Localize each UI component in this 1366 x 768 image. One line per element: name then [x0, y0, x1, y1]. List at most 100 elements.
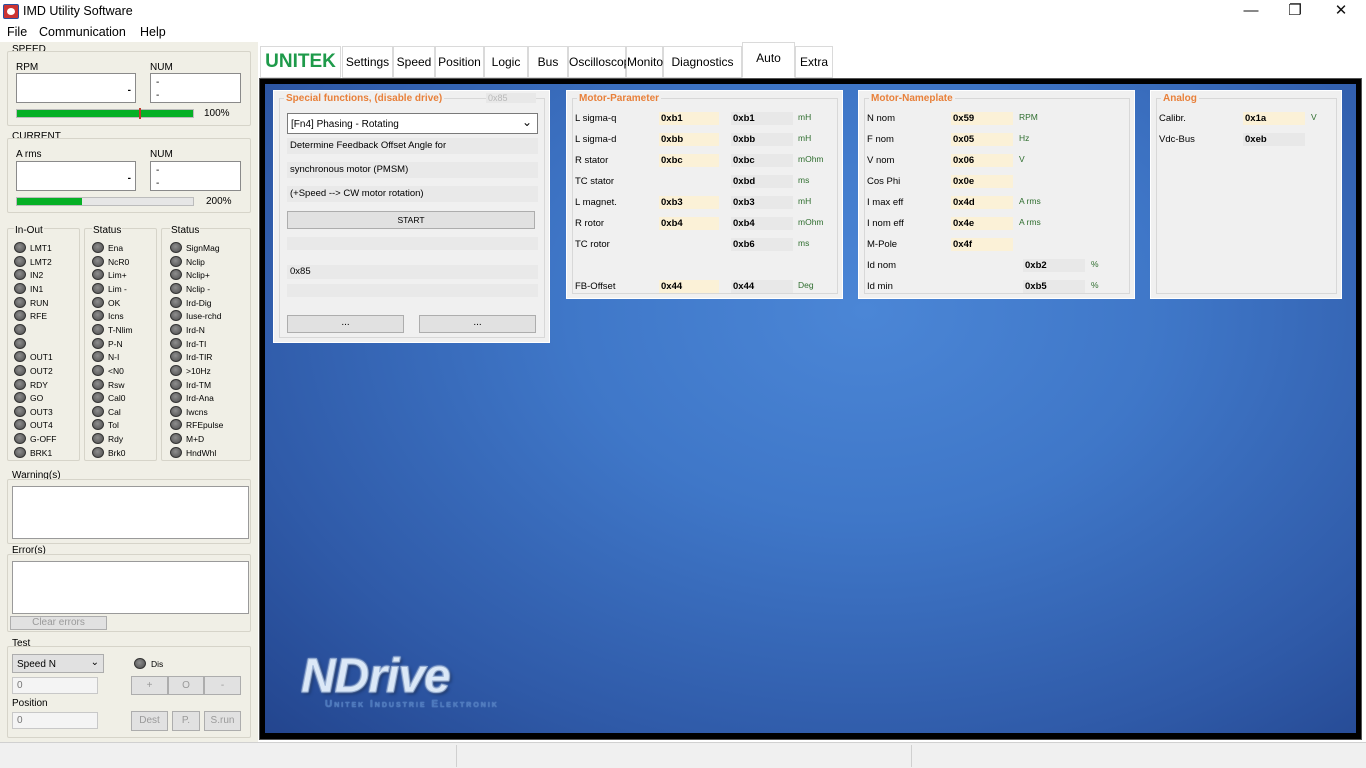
status-led: [92, 378, 104, 390]
status-led: [92, 282, 104, 294]
speed-percent: 100%: [204, 108, 230, 119]
status2-led-label: Ird-TI: [186, 338, 207, 349]
errors-list[interactable]: [12, 561, 249, 614]
motor-param-value-1[interactable]: 0xbc: [659, 154, 719, 167]
motor-param-value-1[interactable]: 0x44: [659, 280, 719, 293]
dis-led: [134, 658, 146, 669]
current-arms-label: A rms: [16, 149, 42, 160]
status2-led-label: Ird-Dig: [186, 297, 212, 308]
nameplate-label: F nom: [867, 134, 894, 145]
status2-led-label: RFEpulse: [186, 420, 224, 431]
motor-param-value-2: 0xbb: [731, 133, 793, 146]
status-led-label: Rsw: [108, 379, 125, 390]
nameplate-value[interactable]: 0x4d: [951, 196, 1013, 209]
tab-position[interactable]: Position: [435, 46, 484, 78]
menu-file[interactable]: File: [7, 25, 27, 39]
current-percent: 200%: [206, 196, 232, 207]
nameplate-value[interactable]: 0x0e: [951, 175, 1013, 188]
tab-monitor[interactable]: Monitor: [626, 46, 667, 78]
motor-param-value-2: 0xb3: [731, 196, 793, 209]
tab-speed[interactable]: Speed: [393, 46, 435, 78]
tab-bus[interactable]: Bus: [528, 46, 568, 78]
nameplate-value[interactable]: 0x05: [951, 133, 1013, 146]
test-mode-select[interactable]: Speed N ⌄: [12, 654, 104, 673]
tab-oscilloscope[interactable]: Oscilloscope: [568, 46, 637, 78]
special-function-select[interactable]: [Fn4] Phasing - Rotating ⌄: [287, 113, 538, 134]
p-button[interactable]: P.: [172, 711, 200, 731]
status-led-label: Rdy: [108, 434, 124, 445]
inout-led-label: IN2: [30, 270, 44, 281]
test-value-input[interactable]: 0: [12, 677, 98, 694]
motor-param-unit: mOhm: [798, 217, 824, 227]
inout-led: [14, 296, 26, 308]
close-button[interactable]: ✕: [1318, 0, 1364, 23]
restore-button[interactable]: ❐: [1272, 0, 1318, 23]
tab-logic[interactable]: Logic: [484, 46, 528, 78]
inout-led: [14, 433, 26, 445]
nameplate-unit: A rms: [1019, 217, 1041, 227]
nameplate-unit: Hz: [1019, 133, 1030, 143]
special-info-line2: synchronous motor (PMSM): [287, 162, 538, 178]
start-button[interactable]: START: [287, 211, 535, 229]
inout-led: [14, 405, 26, 417]
tab-diagnostics[interactable]: Diagnostics: [663, 46, 742, 78]
special-info-line1: Determine Feedback Offset Angle for: [287, 138, 538, 154]
status-led-label: N-I: [108, 352, 120, 363]
motor-param-unit: mH: [798, 196, 812, 206]
special-action-button-1[interactable]: ...: [287, 315, 404, 333]
motor-param-label: L sigma-d: [575, 134, 617, 145]
nameplate-value[interactable]: 0x59: [951, 112, 1013, 125]
motor-param-value-1[interactable]: 0xbb: [659, 133, 719, 146]
ndrive-subtitle: Unitek Industrie Elektronik: [325, 699, 499, 710]
clear-errors-button[interactable]: Clear errors: [10, 616, 107, 630]
speed-marker: [139, 108, 141, 119]
dest-button[interactable]: Dest: [131, 711, 168, 731]
special-blank-field-2: [287, 284, 538, 297]
status2-led: [170, 378, 182, 390]
nameplate-value[interactable]: 0x4f: [951, 238, 1013, 251]
status2-led-label: Nclip: [186, 256, 205, 267]
warnings-list[interactable]: [12, 486, 249, 539]
minimize-button[interactable]: —: [1228, 0, 1274, 23]
status-led-label: Ena: [108, 243, 124, 253]
status2-led-label: Iwcns: [186, 406, 208, 417]
status-led-label: Cal0: [108, 393, 126, 404]
motor-param-unit: mH: [798, 133, 812, 143]
analog-label: Calibr.: [1159, 113, 1186, 124]
status-led: [92, 446, 104, 458]
special-action-button-2[interactable]: ...: [419, 315, 536, 333]
inout-led: [14, 446, 26, 458]
inout-led-label: RFE: [30, 311, 47, 322]
status2-led: [170, 433, 182, 445]
motor-param-value-1[interactable]: 0xb4: [659, 217, 719, 230]
inout-led: [14, 242, 26, 253]
motor-parameter-panel: Motor-Parameter L sigma-q 0xb1 0xb1 mH L sig…: [566, 90, 843, 299]
inout-title: In-Out: [14, 225, 44, 236]
special-blank-field: [287, 237, 538, 250]
nameplate-value[interactable]: 0x4e: [951, 217, 1013, 230]
motor-param-value-2: 0xb6: [731, 238, 793, 251]
special-register-field: 0x85: [287, 265, 538, 279]
status-led: [92, 296, 104, 308]
nameplate-value[interactable]: 0x06: [951, 154, 1013, 167]
test-zero-button[interactable]: O: [168, 676, 204, 695]
test-plus-button[interactable]: +: [131, 676, 168, 695]
inout-led-label: GO: [30, 393, 44, 404]
menu-communication[interactable]: Communication: [39, 25, 126, 39]
status2-led-label: Ird-N: [186, 324, 205, 335]
nameplate-label: N nom: [867, 113, 895, 124]
menu-help[interactable]: Help: [140, 25, 166, 39]
test-minus-button[interactable]: -: [204, 676, 241, 695]
tab-settings[interactable]: Settings: [342, 46, 393, 78]
motor-param-unit: mH: [798, 112, 812, 122]
position-input[interactable]: 0: [12, 712, 98, 729]
srun-button[interactable]: S.run: [204, 711, 241, 731]
status-led-label: Tol: [108, 420, 119, 431]
motor-param-value-1[interactable]: 0xb1: [659, 112, 719, 125]
analog-value[interactable]: 0x1a: [1243, 112, 1305, 125]
tab-extra[interactable]: Extra: [795, 46, 833, 78]
motor-param-value-1[interactable]: 0xb3: [659, 196, 719, 209]
inout-led-label: OUT2: [30, 365, 53, 376]
tab-auto[interactable]: Auto: [742, 42, 795, 78]
chevron-down-icon: ⌄: [90, 657, 99, 668]
